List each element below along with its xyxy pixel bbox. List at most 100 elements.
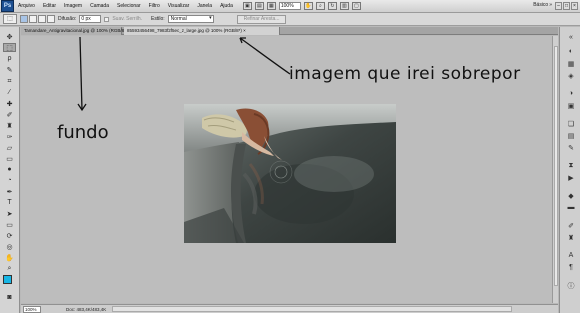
menu-ajuda[interactable]: Ajuda xyxy=(216,3,237,9)
feather-input[interactable]: 0 px xyxy=(79,15,102,23)
layers-panel-icon[interactable]: ❏ xyxy=(566,119,576,128)
workspace-label: Básico xyxy=(533,2,549,8)
zoom-tool-icon[interactable]: ⌕ xyxy=(3,264,16,273)
type-tool-icon[interactable]: T xyxy=(3,198,16,207)
style-select[interactable]: Normal xyxy=(167,15,214,23)
info-panel-icon[interactable]: ⓘ xyxy=(566,281,576,290)
quick-mask-icon[interactable]: ◙ xyxy=(3,293,16,302)
girl-at-fountain-photo xyxy=(184,104,396,243)
close-icon[interactable]: × xyxy=(571,2,578,10)
antialias-label: Suav. Serrilh. xyxy=(112,16,142,22)
document-photo[interactable] xyxy=(184,104,396,243)
move-tool-icon[interactable]: ✥ xyxy=(3,32,16,41)
masks-panel-icon[interactable]: ▣ xyxy=(566,101,576,110)
expand-panels-icon[interactable]: « xyxy=(566,33,576,42)
menu-selecionar[interactable]: Selecionar xyxy=(113,3,145,9)
status-bar: 100% Doc: 483,4K/483,4K xyxy=(21,304,558,313)
panel-dock: « ◐ ▦ ◈ ◑ ▣ ❏ ▤ ✎ ⧗ ▶ ◆ ▬ ✐ ♜ A ¶ ⓘ xyxy=(559,27,580,313)
healing-brush-tool-icon[interactable]: ✚ xyxy=(3,99,16,108)
intersect-selection-icon[interactable] xyxy=(47,15,55,23)
menu-arquivo[interactable]: Arquivo xyxy=(14,3,39,9)
style-label: Estilo: xyxy=(151,16,165,22)
vertical-scrollbar[interactable] xyxy=(552,36,558,303)
pen-tool-icon[interactable]: ✒ xyxy=(3,187,16,196)
paths-panel-icon[interactable]: ✎ xyxy=(566,143,576,152)
menu-camada[interactable]: Camada xyxy=(86,3,113,9)
workspace-switcher[interactable]: Básico » xyxy=(533,2,552,8)
hand-icon[interactable]: ✋ xyxy=(303,2,313,10)
rotate-view-icon[interactable]: ↻ xyxy=(327,2,337,10)
options-bar: ⬚ Difusão: 0 px Suav. Serrilh. Estilo: N… xyxy=(0,13,580,26)
zoom-icon[interactable]: ⌕ xyxy=(315,2,325,10)
document-size-info: Doc: 483,4K/483,4K xyxy=(66,306,107,312)
tab-active-photo[interactable]: 85593456498_7983f2f5ec_z_large.jpg @ 100… xyxy=(124,27,280,35)
status-zoom-field[interactable]: 100% xyxy=(23,305,41,313)
color-panel-icon[interactable]: ◐ xyxy=(566,47,576,56)
character-panel-icon[interactable]: A xyxy=(566,251,576,260)
menu-editar[interactable]: Editar xyxy=(39,3,60,9)
add-selection-icon[interactable] xyxy=(29,15,37,23)
clone-stamp-tool-icon[interactable]: ♜ xyxy=(3,121,16,130)
brush-tool-icon[interactable]: ✐ xyxy=(3,110,16,119)
gradient-tool-icon[interactable]: ▭ xyxy=(3,154,16,163)
path-selection-tool-icon[interactable]: ➤ xyxy=(3,209,16,218)
clone-source-panel-icon[interactable]: ♜ xyxy=(566,233,576,242)
menu-imagem[interactable]: Imagem xyxy=(60,3,86,9)
quick-selection-tool-icon[interactable]: ✎ xyxy=(3,65,16,74)
adjustments-panel-icon[interactable]: ◑ xyxy=(566,89,576,98)
annotation-background-label: fundo xyxy=(57,122,109,143)
eraser-tool-icon[interactable]: ▱ xyxy=(3,143,16,152)
channels-panel-icon[interactable]: ▤ xyxy=(566,131,576,140)
screen-mode-icon[interactable]: ▢ xyxy=(351,2,361,10)
menu-bar: Ps Arquivo Editar Imagem Camada Selecion… xyxy=(0,0,580,13)
actions-panel-icon[interactable]: ▶ xyxy=(566,173,576,182)
3d-panel-icon[interactable]: ◆ xyxy=(566,191,576,200)
animation-panel-icon[interactable]: ▬ xyxy=(566,203,576,212)
3d-rotate-tool-icon[interactable]: ⟳ xyxy=(3,231,16,240)
menu-janela[interactable]: Janela xyxy=(193,3,216,9)
photoshop-window: Ps Arquivo Editar Imagem Camada Selecion… xyxy=(0,0,580,313)
rectangular-marquee-tool-icon[interactable]: ⬚ xyxy=(3,43,16,52)
photoshop-logo: Ps xyxy=(1,0,14,12)
3d-camera-tool-icon[interactable]: ◎ xyxy=(3,242,16,251)
dodge-tool-icon[interactable]: ◔ xyxy=(3,176,16,185)
subtract-selection-icon[interactable] xyxy=(38,15,46,23)
zoom-level-field[interactable]: 100% xyxy=(278,2,301,10)
foreground-color-swatch[interactable] xyxy=(3,275,12,284)
refine-edge-button[interactable]: Refinar Aresta... xyxy=(236,14,287,24)
antialias-checkbox[interactable] xyxy=(104,16,110,22)
arrange-documents-icon[interactable]: ▥ xyxy=(339,2,349,10)
shape-tool-icon[interactable]: ▭ xyxy=(3,220,16,229)
document-tab-bar: Tamandare_Antigravitacional.jpg @ 100% (… xyxy=(21,27,558,35)
feather-label: Difusão: xyxy=(58,16,77,22)
scroll-thumb[interactable] xyxy=(554,46,558,286)
annotation-overlay-label: imagem que irei sobrepor xyxy=(289,64,521,84)
crop-tool-icon[interactable]: ⌗ xyxy=(3,77,16,86)
tab-tamandare[interactable]: Tamandare_Antigravitacional.jpg @ 100% (… xyxy=(21,27,130,35)
chevron-double-right-icon: » xyxy=(549,2,552,8)
swatches-panel-icon[interactable]: ▦ xyxy=(566,59,576,68)
bridge-icon[interactable]: ▣ xyxy=(242,2,252,10)
blur-tool-icon[interactable]: ● xyxy=(3,165,16,174)
paragraph-panel-icon[interactable]: ¶ xyxy=(566,263,576,272)
styles-panel-icon[interactable]: ◈ xyxy=(566,71,576,80)
marquee-preset-icon[interactable]: ⬚ xyxy=(3,14,17,24)
menu-filtro[interactable]: Filtro xyxy=(145,3,164,9)
mini-bridge-icon[interactable]: ▤ xyxy=(254,2,264,10)
brush-panel-icon[interactable]: ✐ xyxy=(566,221,576,230)
new-selection-icon[interactable] xyxy=(20,15,28,23)
menu-visualizar[interactable]: Visualizar xyxy=(164,3,194,9)
tools-panel: ✥ ⬚ ρ ✎ ⌗ ⁄ ✚ ✐ ♜ ✑ ▱ ▭ ● ◔ ✒ T ➤ ▭ ⟳ ◎ … xyxy=(0,27,20,313)
lasso-tool-icon[interactable]: ρ xyxy=(3,54,16,63)
application-bar-icons: ▣ ▤ ▦ 100% ✋ ⌕ ↻ ▥ ▢ xyxy=(242,2,361,10)
selection-mode-group xyxy=(20,15,55,23)
extras-icon[interactable]: ▦ xyxy=(266,2,276,10)
maximize-icon[interactable]: □ xyxy=(563,2,570,10)
hand-tool-icon[interactable]: ✋ xyxy=(3,253,16,262)
window-controls: – □ × xyxy=(555,2,578,10)
horizontal-scrollbar[interactable] xyxy=(112,306,513,312)
eyedropper-tool-icon[interactable]: ⁄ xyxy=(3,88,16,97)
history-brush-tool-icon[interactable]: ✑ xyxy=(3,132,16,141)
minimize-icon[interactable]: – xyxy=(555,2,562,10)
history-panel-icon[interactable]: ⧗ xyxy=(566,161,576,170)
